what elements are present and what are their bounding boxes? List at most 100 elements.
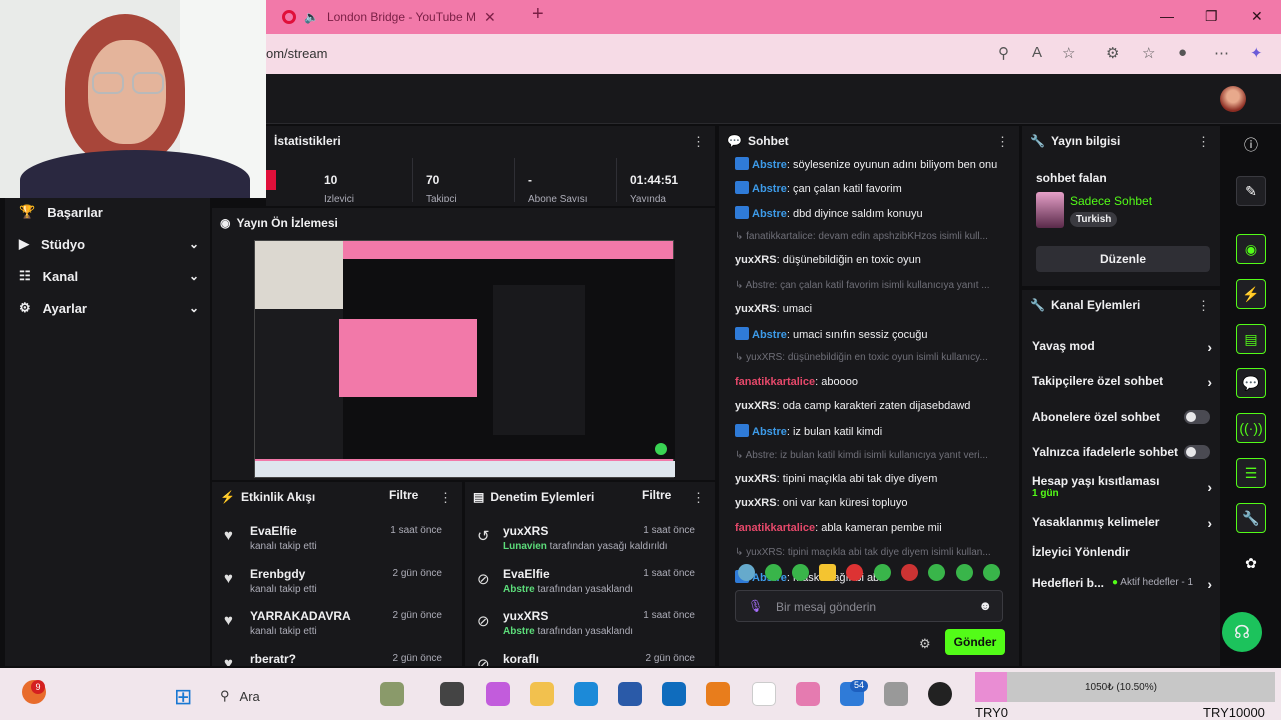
emote-icon[interactable] <box>846 564 863 581</box>
username[interactable]: yuxXRS <box>503 609 548 623</box>
chat-username[interactable]: Abstre <box>752 208 787 220</box>
stats-toggle-icon[interactable]: ☰ <box>1236 458 1266 488</box>
favorites-icon[interactable]: ☆ <box>1142 44 1155 62</box>
moderator-name[interactable]: Abstre <box>503 584 535 595</box>
emote-icon[interactable] <box>765 564 782 581</box>
action-banned-words[interactable]: Yasaklanmış kelimeler › <box>1032 515 1212 531</box>
sidebar-item-settings[interactable]: ⚙ Ayarlar ⌄ <box>19 300 199 316</box>
chat-username[interactable]: yuxXRS <box>735 303 777 315</box>
mic-app-icon[interactable] <box>884 682 908 706</box>
emoji-icon[interactable]: ☻ <box>978 598 992 613</box>
edge-icon[interactable] <box>574 682 598 706</box>
url-field[interactable]: om/stream <box>266 46 327 61</box>
action-slow-mode[interactable]: Yavaş mod › <box>1032 339 1212 355</box>
windows-start-icon[interactable]: ⊞ <box>174 684 192 710</box>
chat-username[interactable]: yuxXRS <box>735 497 777 509</box>
moderation-toggle-icon[interactable]: ▤ <box>1236 324 1266 354</box>
activity-toggle-icon[interactable]: ⚡ <box>1236 279 1266 309</box>
outlook-icon[interactable] <box>662 682 686 706</box>
chat-username[interactable]: yuxXRS <box>735 400 777 412</box>
emote-icon[interactable] <box>956 564 973 581</box>
username[interactable]: rberatr? <box>250 652 296 666</box>
folder-icon[interactable] <box>530 682 554 706</box>
action-followers-only[interactable]: Takipçilere özel sohbet › <box>1032 374 1212 390</box>
preview-video[interactable] <box>254 240 675 478</box>
extensions-icon[interactable]: ⚙ <box>1106 44 1119 62</box>
taskview-icon[interactable] <box>440 682 464 706</box>
copilot-icon[interactable]: ✦ <box>1250 44 1263 62</box>
moderator-name[interactable]: Lunavien <box>503 541 547 552</box>
tab-close-icon[interactable]: ✕ <box>484 9 496 26</box>
send-button[interactable]: Gönder <box>945 629 1005 655</box>
username[interactable]: koraflı <box>503 652 539 666</box>
emote-icon[interactable] <box>983 564 1000 581</box>
browser-tab[interactable]: 🔈 London Bridge - YouTube M ✕ <box>282 4 522 30</box>
taskbar-search[interactable]: ⚲ Ara <box>212 682 372 710</box>
chat-settings-icon[interactable]: ⚙ <box>919 636 931 652</box>
kebab-icon[interactable]: ⋮ <box>692 490 705 506</box>
blender-icon[interactable] <box>706 682 730 706</box>
share-icon[interactable]: ✿ <box>1236 548 1266 578</box>
store-icon[interactable] <box>618 682 642 706</box>
sidebar-item-achievements[interactable]: 🏆 Başarılar <box>19 204 199 220</box>
chat-toggle-icon[interactable]: 💬 <box>1236 368 1266 398</box>
emote-icon[interactable] <box>738 564 755 581</box>
kebab-icon[interactable]: ⋮ <box>439 490 452 506</box>
profile-icon[interactable]: ● <box>1178 44 1187 61</box>
emote-icon[interactable] <box>901 564 918 581</box>
activity-filter-button[interactable]: Filtre <box>389 488 418 502</box>
chat-username[interactable]: Abstre <box>752 426 787 438</box>
speaker-icon[interactable]: 🔈 <box>304 10 319 24</box>
support-chat-icon[interactable]: ☊ <box>1222 612 1262 652</box>
username[interactable]: EvaElfie <box>250 524 297 538</box>
copilot-app-icon[interactable] <box>486 682 510 706</box>
chat-username[interactable]: yuxXRS <box>735 473 777 485</box>
chat-username[interactable]: Abstre <box>752 183 787 195</box>
restore-button[interactable]: ❐ <box>1205 8 1218 25</box>
chat-username[interactable]: fanatikkartalice <box>735 376 815 388</box>
chat-username[interactable]: Abstre <box>752 159 787 171</box>
close-window-button[interactable]: ✕ <box>1251 8 1263 25</box>
username[interactable]: YARRAKADAVRA <box>250 609 351 623</box>
kebab-icon[interactable]: ⋮ <box>1197 298 1210 314</box>
subscribers-only-toggle[interactable] <box>1184 410 1210 424</box>
action-account-age[interactable]: Hesap yaşı kısıtlaması › 1 gün <box>1032 474 1212 499</box>
kebab-icon[interactable]: ⋮ <box>1197 134 1210 150</box>
microphone-icon[interactable]: 🎙 <box>748 599 763 613</box>
broadcast-toggle-icon[interactable]: ((·)) <box>1236 413 1266 443</box>
moderator-name[interactable]: Abstre <box>503 626 535 637</box>
username[interactable]: yuxXRS <box>503 524 548 538</box>
new-tab-button[interactable]: + <box>532 3 544 26</box>
sidebar-item-studio[interactable]: ▶ Stüdyo ⌄ <box>19 236 199 252</box>
read-aloud-icon[interactable]: A <box>1032 44 1042 61</box>
pencil-icon[interactable]: ✎ <box>1236 176 1266 206</box>
emote-only-toggle[interactable] <box>1184 445 1210 459</box>
obs-icon[interactable] <box>928 682 952 706</box>
emote-icon[interactable] <box>792 564 809 581</box>
edit-button[interactable]: Düzenle <box>1036 246 1210 272</box>
avatar[interactable] <box>1220 86 1246 112</box>
tools-toggle-icon[interactable]: 🔧 <box>1236 503 1266 533</box>
action-raid[interactable]: İzleyici Yönlendir <box>1032 545 1212 559</box>
zoom-icon[interactable]: ⚲ <box>998 44 1009 62</box>
more-icon[interactable]: ⋯ <box>1214 44 1229 62</box>
kebab-icon[interactable]: ⋮ <box>996 134 1009 150</box>
username[interactable]: EvaElfie <box>503 567 550 581</box>
app-n-icon[interactable] <box>752 682 776 706</box>
kebab-icon[interactable]: ⋮ <box>692 134 705 150</box>
category-link[interactable]: Sadece Sohbet <box>1070 194 1152 208</box>
widgets-icon[interactable] <box>380 682 404 706</box>
action-goals[interactable]: Hedefleri b... ● Aktif hedefler - 1 › <box>1032 576 1212 592</box>
chat-username[interactable]: yuxXRS <box>735 254 777 266</box>
preview-toggle-icon[interactable]: ◉ <box>1236 234 1266 264</box>
chat-username[interactable]: fanatikkartalice <box>735 522 815 534</box>
emote-icon[interactable] <box>819 564 836 581</box>
chat-username[interactable]: Abstre <box>752 329 787 341</box>
moderation-filter-button[interactable]: Filtre <box>642 488 671 502</box>
chat-input[interactable]: 🎙 Bir mesaj gönderin ☻ <box>735 590 1003 622</box>
minimize-button[interactable]: — <box>1160 8 1174 24</box>
emote-icon[interactable] <box>928 564 945 581</box>
sidebar-item-channel[interactable]: ☷ Kanal ⌄ <box>19 268 199 284</box>
eraser-icon[interactable] <box>796 682 820 706</box>
emote-icon[interactable] <box>874 564 891 581</box>
